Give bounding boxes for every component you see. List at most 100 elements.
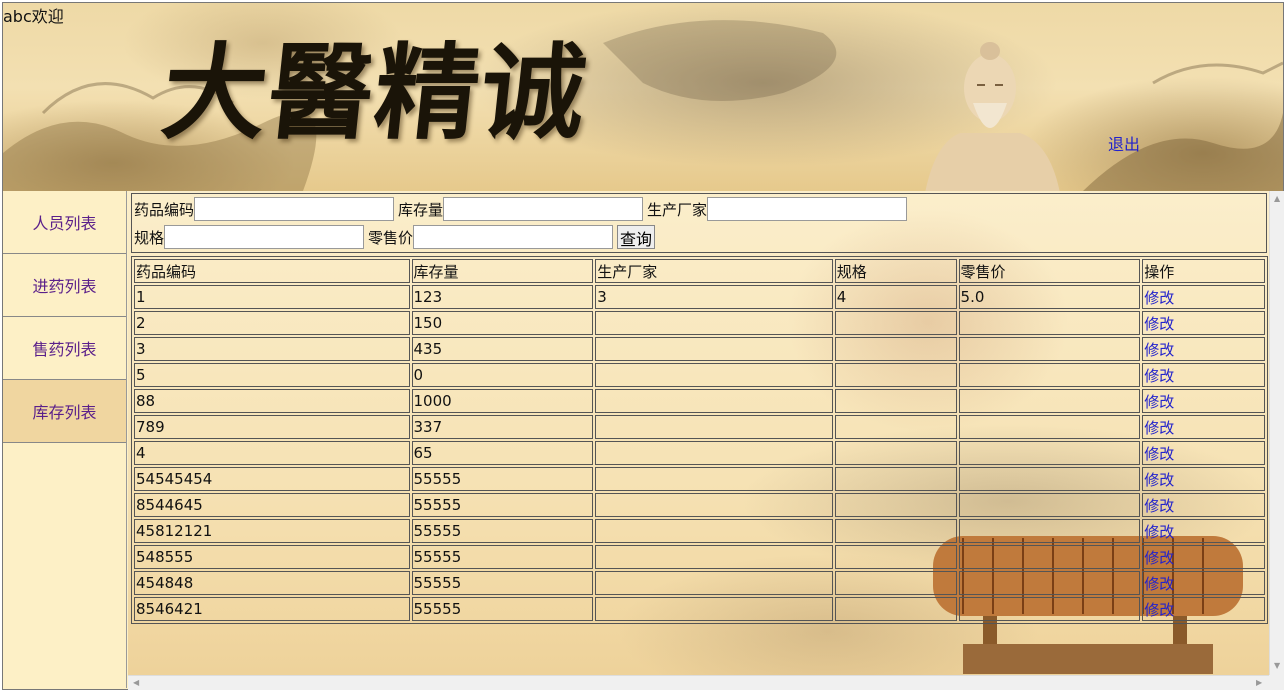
table-cell: 45812121 [134, 519, 410, 543]
search-row-1: 药品编码 库存量 生产厂家 [134, 197, 911, 221]
table-cell [958, 441, 1141, 465]
table-cell [834, 493, 957, 517]
table-cell [595, 493, 833, 517]
scroll-up-arrow-icon[interactable]: ▲ [1274, 194, 1280, 203]
edit-link[interactable]: 修改 [1144, 471, 1174, 489]
table-cell: 88 [134, 389, 410, 413]
code-input[interactable] [194, 197, 395, 221]
edit-link[interactable]: 修改 [1144, 393, 1174, 411]
price-label: 零售价 [368, 228, 414, 247]
table-cell: 3 [595, 285, 833, 309]
table-cell [834, 337, 957, 361]
table-cell [595, 389, 833, 413]
scroll-right-arrow-icon[interactable]: ▶ [1256, 678, 1262, 687]
edit-link[interactable]: 修改 [1144, 549, 1174, 567]
table-cell: 65 [411, 441, 594, 465]
table-row: 45812121 55555 修改 [134, 519, 1265, 543]
query-button[interactable]: 查询 [617, 225, 656, 249]
table-cell [958, 545, 1141, 569]
column-header: 生产厂家 [595, 259, 833, 283]
inventory-table: 药品编码 库存量 生产厂家 规格 零售价 操作 1 123 3 4 5.0 修改 2 150 修… [131, 256, 1268, 624]
table-cell: 123 [411, 285, 594, 309]
table-row: 8546421 55555 修改 [134, 597, 1265, 621]
edit-link[interactable]: 修改 [1144, 575, 1174, 593]
horizontal-scrollbar[interactable]: ◀ ▶ [128, 675, 1269, 690]
table-cell [595, 467, 833, 491]
table-cell: 150 [411, 311, 594, 335]
spec-input[interactable] [164, 225, 365, 249]
table-cell: 修改 [1142, 441, 1265, 465]
edit-link[interactable]: 修改 [1144, 523, 1174, 541]
table-cell: 修改 [1142, 545, 1265, 569]
sidebar-item-sales-list[interactable]: 售药列表 [3, 317, 126, 380]
table-cell: 修改 [1142, 597, 1265, 621]
sidebar-item-label: 售药列表 [32, 340, 97, 359]
table-cell [595, 571, 833, 595]
table-cell [595, 597, 833, 621]
price-input[interactable] [413, 225, 614, 249]
header-banner: abc欢迎 大醫精诚 退出 [3, 3, 1283, 191]
table-header-row: 药品编码 库存量 生产厂家 规格 零售价 操作 [134, 259, 1265, 283]
table-cell: 8546421 [134, 597, 410, 621]
sidebar-item-label: 库存列表 [32, 403, 97, 422]
maker-input[interactable] [707, 197, 908, 221]
edit-link[interactable]: 修改 [1144, 445, 1174, 463]
stock-input[interactable] [443, 197, 644, 221]
table-cell: 修改 [1142, 337, 1265, 361]
edit-link[interactable]: 修改 [1144, 367, 1174, 385]
table-row: 54545454 55555 修改 [134, 467, 1265, 491]
table-cell [834, 415, 957, 439]
table-row: 548555 55555 修改 [134, 545, 1265, 569]
sage-statue-image [925, 42, 1060, 191]
table-cell [834, 441, 957, 465]
search-row-2: 规格 零售价 查询 [134, 225, 656, 249]
table-cell [834, 389, 957, 413]
sidebar-item-purchase-list[interactable]: 进药列表 [3, 254, 126, 317]
table-row: 4 65 修改 [134, 441, 1265, 465]
scroll-down-arrow-icon[interactable]: ▼ [1274, 661, 1280, 670]
edit-link[interactable]: 修改 [1144, 601, 1174, 619]
table-cell [595, 441, 833, 465]
table-cell [595, 519, 833, 543]
edit-link[interactable]: 修改 [1144, 289, 1174, 307]
scroll-left-arrow-icon[interactable]: ◀ [133, 678, 139, 687]
logout-link[interactable]: 退出 [1108, 131, 1140, 155]
column-header: 规格 [834, 259, 957, 283]
table-row: 454848 55555 修改 [134, 571, 1265, 595]
banner-title: 大醫精诚 [156, 31, 594, 154]
table-row: 3 435 修改 [134, 337, 1265, 361]
table-cell: 55555 [411, 493, 594, 517]
table-cell: 3 [134, 337, 410, 361]
column-header: 库存量 [411, 259, 594, 283]
sidebar-item-inventory-list[interactable]: 库存列表 [3, 380, 126, 443]
table-cell: 1000 [411, 389, 594, 413]
sidebar-item-staff-list[interactable]: 人员列表 [3, 191, 126, 254]
table-cell: 修改 [1142, 389, 1265, 413]
table-body: 1 123 3 4 5.0 修改 2 150 修改 3 435 修改 5 0 修改 88 1000 修改 789 33… [134, 285, 1265, 621]
edit-link[interactable]: 修改 [1144, 341, 1174, 359]
table-cell: 55555 [411, 597, 594, 621]
edit-link[interactable]: 修改 [1144, 315, 1174, 333]
table-row: 8544645 55555 修改 [134, 493, 1265, 517]
edit-link[interactable]: 修改 [1144, 497, 1174, 515]
welcome-text: abc欢迎 [3, 7, 64, 26]
table-cell: 435 [411, 337, 594, 361]
table-cell [595, 415, 833, 439]
table-cell [834, 571, 957, 595]
vertical-scrollbar[interactable]: ▲ ▼ [1269, 191, 1284, 675]
edit-link[interactable]: 修改 [1144, 419, 1174, 437]
table-cell [834, 467, 957, 491]
table-cell [958, 519, 1141, 543]
table-row: 1 123 3 4 5.0 修改 [134, 285, 1265, 309]
scrollbar-corner [1269, 675, 1284, 690]
table-row: 88 1000 修改 [134, 389, 1265, 413]
column-header: 零售价 [958, 259, 1141, 283]
table-cell: 修改 [1142, 311, 1265, 335]
table-cell: 修改 [1142, 519, 1265, 543]
table-cell: 修改 [1142, 467, 1265, 491]
table-cell [958, 571, 1141, 595]
table-cell [595, 545, 833, 569]
table-cell [595, 363, 833, 387]
stock-label: 库存量 [398, 200, 444, 219]
table-cell [834, 363, 957, 387]
